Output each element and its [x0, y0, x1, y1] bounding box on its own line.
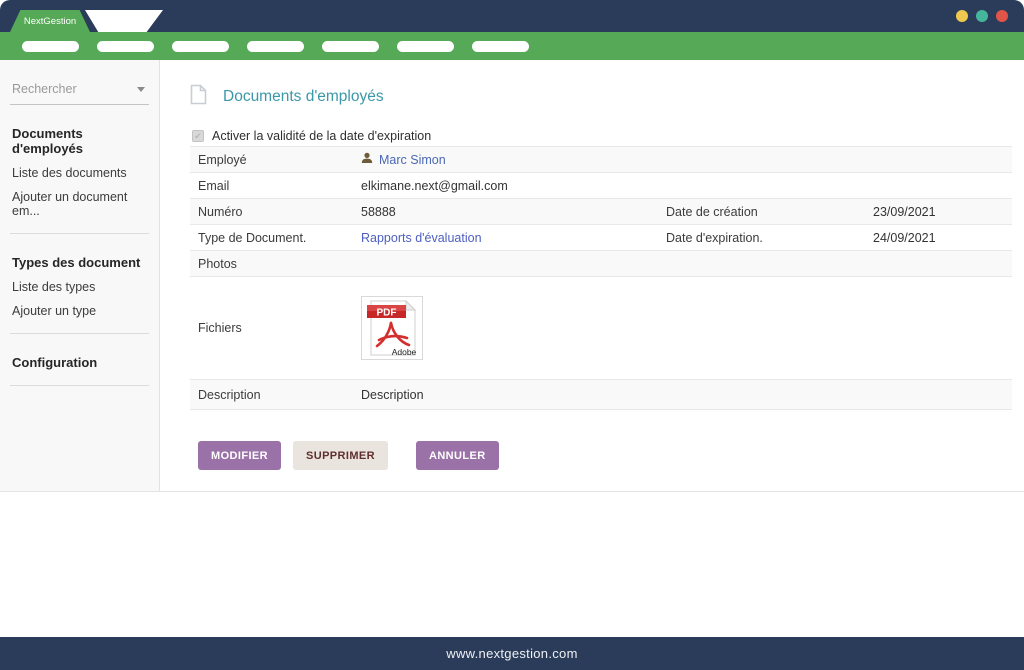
date-creation-value: 23/09/2021	[873, 205, 1012, 219]
date-expiration-label: Date d'expiration.	[666, 231, 873, 245]
nav-item-redacted[interactable]	[22, 41, 79, 52]
footer: www.nextgestion.com	[0, 637, 1024, 670]
window-minimize-dot[interactable]	[956, 10, 968, 22]
pdf-adobe-icon: PDF Adobe	[363, 298, 421, 358]
expiration-validity-label: Activer la validité de la date d'expirat…	[212, 129, 431, 143]
table-row-fichiers: Fichiers PDF	[190, 277, 1012, 380]
sidebar-heading-documents-employes: Documents d'employés	[12, 126, 149, 156]
titlebar: NextGestion	[0, 0, 1024, 32]
main-panel: Documents d'employés ✔ Activer la validi…	[160, 60, 1024, 491]
employe-label: Employé	[198, 153, 361, 167]
supprimer-button[interactable]: SUPPRIMER	[293, 441, 388, 470]
page-title: Documents d'employés	[223, 88, 384, 106]
date-expiration-value: 24/09/2021	[873, 231, 1012, 245]
user-icon	[361, 152, 373, 167]
numero-label: Numéro	[198, 205, 361, 219]
sidebar-divider	[10, 385, 149, 386]
nav-item-redacted[interactable]	[322, 41, 379, 52]
email-value: elkimane.next@gmail.com	[361, 179, 666, 193]
table-row-photos: Photos	[190, 251, 1012, 277]
description-value: Description	[361, 388, 666, 402]
sidebar-divider	[10, 333, 149, 334]
document-page-icon	[190, 84, 207, 110]
sidebar-divider	[10, 233, 149, 234]
brand-tab[interactable]: NextGestion	[10, 10, 90, 32]
table-row-description: Description Description	[190, 380, 1012, 410]
annuler-button[interactable]: ANNULER	[416, 441, 499, 470]
empty-space	[0, 492, 1024, 637]
content-area: Rechercher Documents d'employés Liste de…	[0, 60, 1024, 492]
redacted-tab[interactable]	[85, 10, 163, 32]
nav-item-redacted[interactable]	[397, 41, 454, 52]
numero-value: 58888	[361, 205, 666, 219]
nav-item-redacted[interactable]	[247, 41, 304, 52]
email-label: Email	[198, 179, 361, 193]
sidebar-item-liste-des-types[interactable]: Liste des types	[12, 280, 149, 294]
search-placeholder: Rechercher	[12, 82, 77, 96]
nav-item-redacted[interactable]	[472, 41, 529, 52]
sidebar-item-ajouter-type[interactable]: Ajouter un type	[12, 304, 149, 318]
window-controls	[956, 10, 1008, 22]
sidebar: Rechercher Documents d'employés Liste de…	[0, 60, 160, 491]
type-document-label: Type de Document.	[198, 231, 361, 245]
nav-item-redacted[interactable]	[97, 41, 154, 52]
expiration-validity-checkbox[interactable]: ✔	[192, 130, 204, 142]
pdf-file-thumbnail[interactable]: PDF Adobe	[361, 296, 423, 360]
svg-text:PDF: PDF	[377, 308, 397, 319]
sidebar-item-liste-des-documents[interactable]: Liste des documents	[12, 166, 149, 180]
table-row-type-document: Type de Document. Rapports d'évaluation …	[190, 225, 1012, 251]
main-nav	[0, 32, 1024, 60]
employee-link[interactable]: Marc Simon	[379, 153, 446, 167]
photos-label: Photos	[198, 257, 361, 271]
table-row-employe: Employé Marc Simon	[190, 147, 1012, 173]
app-window: NextGestion Rechercher Documents d'emplo…	[0, 0, 1024, 670]
table-row-email: Email elkimane.next@gmail.com	[190, 173, 1012, 199]
window-maximize-dot[interactable]	[976, 10, 988, 22]
modifier-button[interactable]: MODIFIER	[198, 441, 281, 470]
brand-label: NextGestion	[24, 16, 76, 27]
chevron-down-icon	[137, 87, 145, 92]
search-dropdown[interactable]: Rechercher	[10, 80, 149, 105]
description-label: Description	[198, 388, 361, 402]
sidebar-heading-configuration[interactable]: Configuration	[12, 355, 149, 370]
type-document-link[interactable]: Rapports d'évaluation	[361, 231, 666, 245]
date-creation-label: Date de création	[666, 205, 873, 219]
action-buttons: MODIFIER SUPPRIMER ANNULER	[198, 441, 1012, 470]
svg-text:Adobe: Adobe	[392, 347, 417, 357]
sidebar-item-ajouter-document[interactable]: Ajouter un document em...	[12, 190, 149, 218]
window-close-dot[interactable]	[996, 10, 1008, 22]
nav-item-redacted[interactable]	[172, 41, 229, 52]
sidebar-heading-types-document: Types des document	[12, 255, 149, 270]
fichiers-label: Fichiers	[198, 321, 361, 335]
table-row-numero: Numéro 58888 Date de création 23/09/2021	[190, 199, 1012, 225]
footer-url: www.nextgestion.com	[446, 646, 577, 661]
document-details-table: Employé Marc Simon Email e	[190, 146, 1012, 410]
